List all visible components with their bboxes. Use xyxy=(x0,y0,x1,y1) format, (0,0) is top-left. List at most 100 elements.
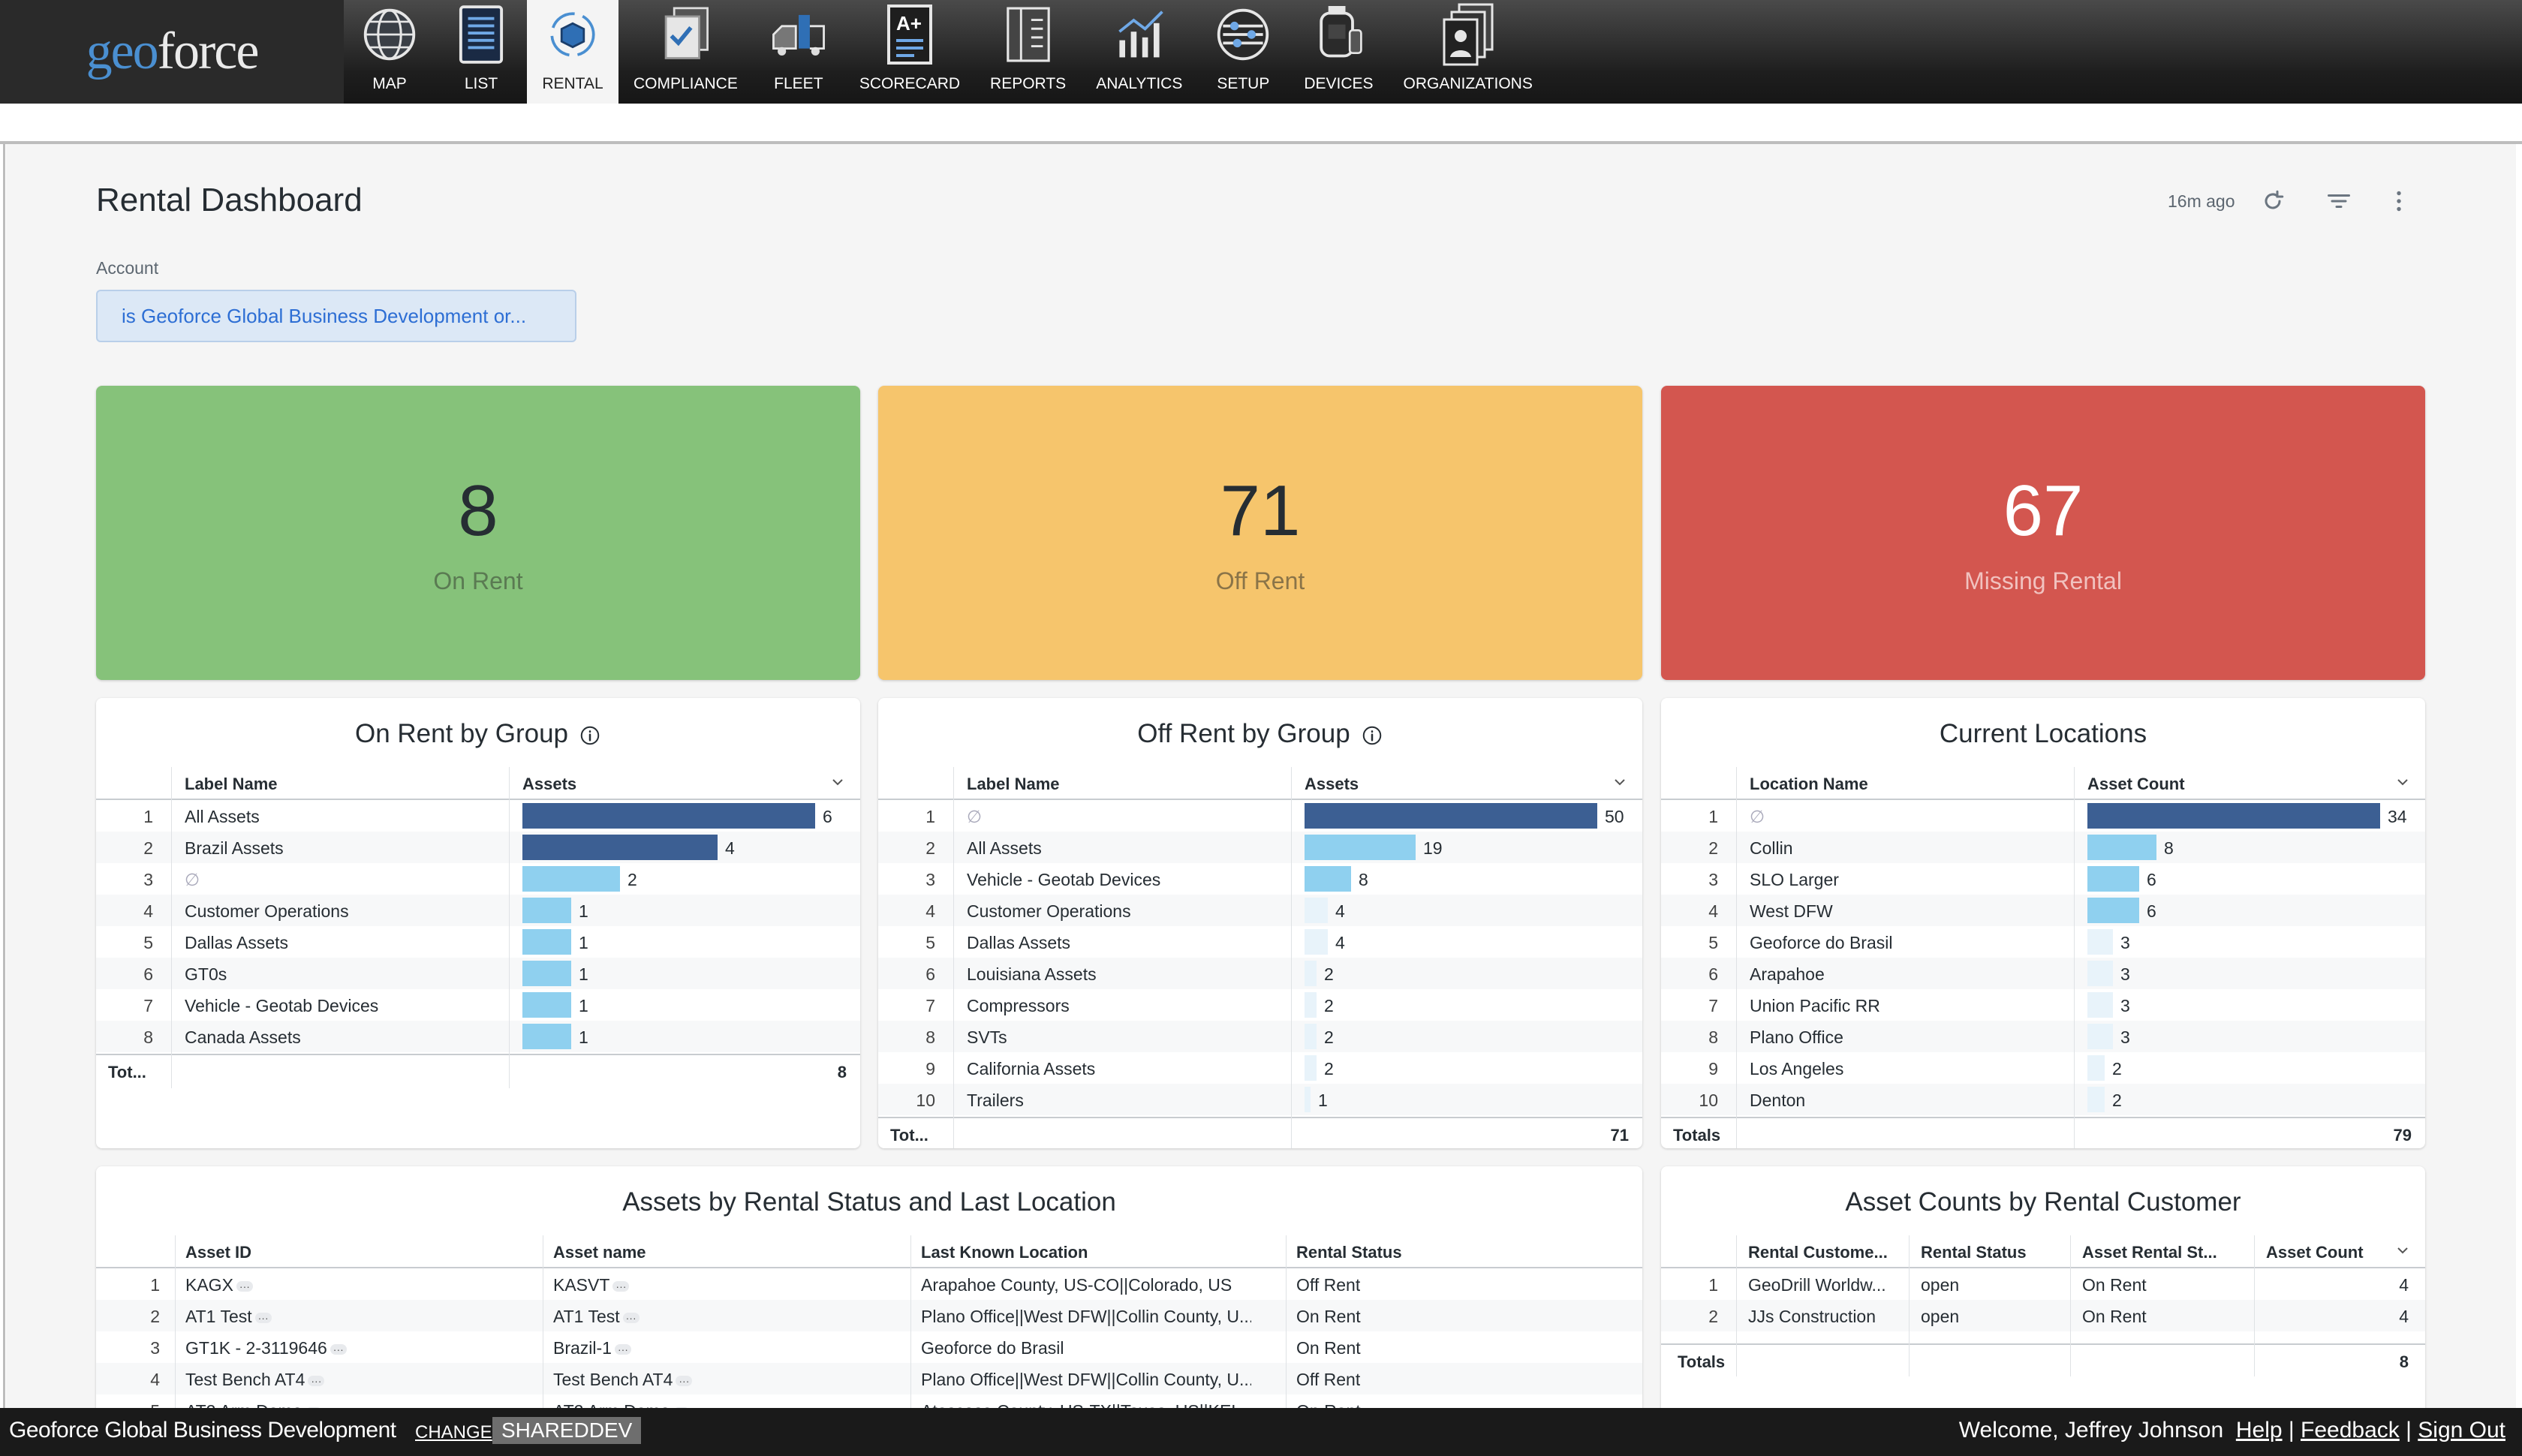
table-row[interactable]: 10 Trailers 1 xyxy=(878,1084,1642,1115)
bar-value-label: 4 xyxy=(1335,901,1345,921)
more-icon[interactable]: ··· xyxy=(614,1343,631,1355)
table-row[interactable]: 6 Louisiana Assets 2 xyxy=(878,958,1642,989)
more-icon[interactable]: ··· xyxy=(330,1343,347,1355)
table-row[interactable]: 6 Arapahoe 3 xyxy=(1661,958,2425,989)
change-account-link[interactable]: CHANGE xyxy=(415,1422,492,1443)
table-row[interactable]: 7 Vehicle - Geotab Devices 1 xyxy=(96,989,860,1021)
feedback-link[interactable]: Feedback xyxy=(2301,1418,2400,1442)
table-row[interactable]: 4 West DFW 6 xyxy=(1661,895,2425,926)
table-row[interactable]: 5 Dallas Assets 1 xyxy=(96,926,860,958)
row-label: Denton xyxy=(1750,1090,1806,1110)
table-row[interactable]: 6 GT0s 1 xyxy=(96,958,860,989)
table-row[interactable]: 2 All Assets 19 xyxy=(878,832,1642,863)
table-row[interactable]: 1 ∅ 50 xyxy=(878,800,1642,832)
row-number: 7 xyxy=(143,996,153,1015)
chevron-down-icon[interactable] xyxy=(2394,773,2412,796)
table-row[interactable]: 4 Customer Operations 1 xyxy=(96,895,860,926)
nav-item-devices[interactable]: DEVICES xyxy=(1289,0,1388,104)
more-icon[interactable]: ··· xyxy=(676,1375,693,1386)
setup-icon xyxy=(1212,2,1274,68)
table-row[interactable]: 4 Test Bench AT4 ··· Test Bench AT4 ··· Plano… xyxy=(96,1363,1642,1394)
table-row[interactable]: 1 GeoDrill Worldw... open On Rent 4 xyxy=(1661,1268,2425,1300)
more-icon[interactable]: ··· xyxy=(236,1280,253,1292)
more-icon[interactable]: ··· xyxy=(612,1280,630,1292)
table-row[interactable]: 1 ∅ 34 xyxy=(1661,800,2425,832)
table-row[interactable]: 8 SVTs 2 xyxy=(878,1021,1642,1052)
bar-value-label: 1 xyxy=(579,996,588,1015)
table-row[interactable]: 5 Dallas Assets 4 xyxy=(878,926,1642,958)
info-icon[interactable] xyxy=(579,724,601,747)
bar-value-label: 19 xyxy=(1423,838,1443,858)
bar-mark xyxy=(522,835,718,860)
nav-item-rental[interactable]: RENTAL xyxy=(527,0,618,104)
nav-item-label: ANALYTICS xyxy=(1096,75,1183,92)
kpi-off-rent[interactable]: 71 Off Rent xyxy=(878,386,1642,680)
table-row[interactable]: 7 Union Pacific RR 3 xyxy=(1661,989,2425,1021)
help-link[interactable]: Help xyxy=(2236,1418,2283,1442)
nav-item-fleet[interactable]: FLEET xyxy=(753,0,844,104)
kpi-on-rent[interactable]: 8 On Rent xyxy=(96,386,860,680)
chevron-down-icon[interactable] xyxy=(1611,773,1629,796)
row-label: Dallas Assets xyxy=(185,933,289,952)
nav-item-scorecard[interactable]: A+ SCORECARD xyxy=(844,0,975,104)
more-vert-icon[interactable] xyxy=(2385,188,2412,215)
geoforce-logo[interactable]: geoforce xyxy=(0,0,344,104)
table-row[interactable]: 9 California Assets 2 xyxy=(878,1052,1642,1084)
row-number: 9 xyxy=(925,1059,935,1078)
nav-item-analytics[interactable]: ANALYTICS xyxy=(1081,0,1197,104)
table-row[interactable]: 3 GT1K - 2-3119646 ··· Brazil-1 ··· Geoforce … xyxy=(96,1331,1642,1363)
asset-id-cell: GT1K - 2-3119646 ··· xyxy=(185,1338,347,1358)
table-row[interactable]: 10 Denton 2 xyxy=(1661,1084,2425,1115)
refresh-icon[interactable] xyxy=(2259,188,2286,215)
chevron-down-icon[interactable] xyxy=(2394,1241,2412,1264)
row-label: ∅ xyxy=(185,870,200,889)
more-icon[interactable]: ··· xyxy=(254,1312,272,1323)
bar-mark xyxy=(1305,961,1317,986)
table-row[interactable]: 1 KAGX ··· KASVT ··· Arapahoe County, US-CO||… xyxy=(96,1268,1642,1300)
svg-text:A+: A+ xyxy=(896,12,922,35)
table-row[interactable]: 3 Vehicle - Geotab Devices 8 xyxy=(878,863,1642,895)
kpi-missing-rental[interactable]: 67 Missing Rental xyxy=(1661,386,2425,680)
info-icon[interactable] xyxy=(1361,724,1383,747)
row-label: Compressors xyxy=(967,996,1070,1015)
more-icon[interactable]: ··· xyxy=(308,1375,325,1386)
table-row[interactable]: 2 Brazil Assets 4 xyxy=(96,832,860,863)
table-row[interactable]: 8 Canada Assets 1 xyxy=(96,1021,860,1052)
table-row[interactable]: 2 AT1 Test ··· AT1 Test ··· Plano Office||Wes… xyxy=(96,1300,1642,1331)
column-divider xyxy=(1736,767,1737,1148)
nav-item-reports[interactable]: REPORTS xyxy=(975,0,1081,104)
nav-item-setup[interactable]: SETUP xyxy=(1197,0,1289,104)
row-number: 10 xyxy=(916,1090,935,1110)
table-row[interactable]: 5 Geoforce do Brasil 3 xyxy=(1661,926,2425,958)
sign-out-link[interactable]: Sign Out xyxy=(2418,1418,2505,1442)
nav-item-list[interactable]: LIST xyxy=(435,0,527,104)
filter-icon[interactable] xyxy=(2325,188,2352,215)
column-divider xyxy=(1736,1235,1737,1376)
table-row[interactable]: 9 Los Angeles 2 xyxy=(1661,1052,2425,1084)
nav-item-organizations[interactable]: ORGANIZATIONS xyxy=(1389,0,1548,104)
row-label: SVTs xyxy=(967,1027,1007,1047)
bar-mark xyxy=(2087,992,2113,1018)
table-row[interactable]: 2 JJs Construction open On Rent 4 xyxy=(1661,1300,2425,1331)
account-filter[interactable]: is Geoforce Global Business Development … xyxy=(96,290,576,342)
asset-id-cell: Test Bench AT4 ··· xyxy=(185,1370,325,1390)
chevron-down-icon[interactable] xyxy=(829,773,847,796)
rental-icon xyxy=(542,2,603,68)
table-row[interactable]: 3 ∅ 2 xyxy=(96,863,860,895)
instance-badge: SHAREDDEV xyxy=(492,1417,642,1444)
bar-value-label: 4 xyxy=(725,838,735,858)
divider xyxy=(3,143,5,1418)
table-row[interactable]: 7 Compressors 2 xyxy=(878,989,1642,1021)
table-row[interactable]: 1 All Assets 6 xyxy=(96,800,860,832)
bar-mark xyxy=(1305,1024,1317,1049)
nav-item-compliance[interactable]: COMPLIANCE xyxy=(618,0,753,104)
table-row[interactable]: 4 Customer Operations 4 xyxy=(878,895,1642,926)
table-row[interactable]: 2 Collin 8 xyxy=(1661,832,2425,863)
nav-item-map[interactable]: MAP xyxy=(344,0,435,104)
more-icon[interactable]: ··· xyxy=(622,1312,640,1323)
bar-value-label: 2 xyxy=(1324,1027,1334,1047)
table-row[interactable]: 8 Plano Office 3 xyxy=(1661,1021,2425,1052)
table-row[interactable]: 3 SLO Larger 6 xyxy=(1661,863,2425,895)
row-label: Plano Office xyxy=(1750,1027,1843,1047)
bar-value-label: 1 xyxy=(579,1027,588,1047)
